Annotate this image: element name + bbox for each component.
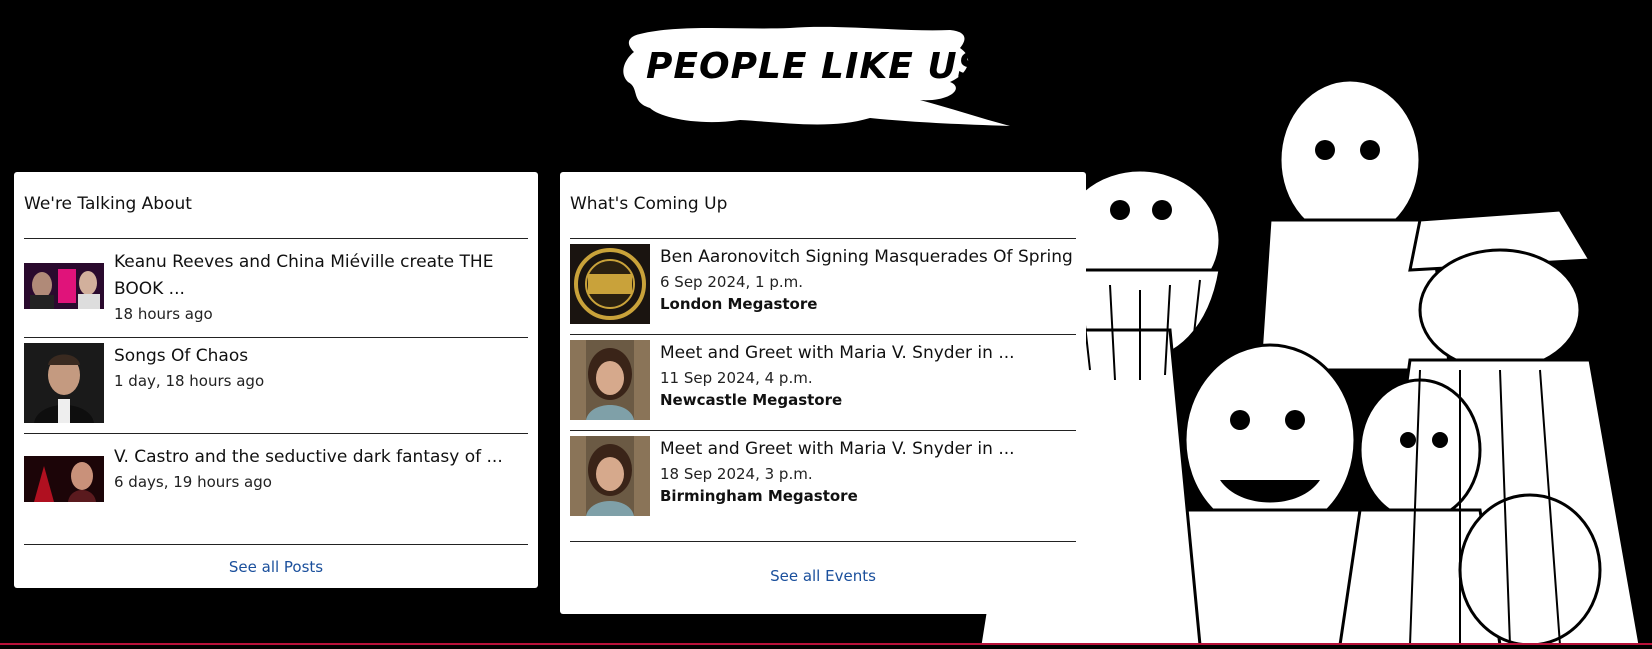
- post-time: 18 hours ago: [114, 305, 213, 323]
- see-all-posts-link[interactable]: See all Posts: [24, 545, 528, 576]
- event-item[interactable]: Meet and Greet with Maria V. Snyder in .…: [570, 335, 1076, 431]
- post-title-link[interactable]: Songs Of Chaos: [114, 343, 528, 370]
- page-heading: PEOPLE LIKE US...: [646, 46, 1029, 87]
- see-all-events-link[interactable]: See all Events: [570, 542, 1076, 585]
- post-time: 1 day, 18 hours ago: [114, 372, 265, 390]
- events-card: What's Coming Up Ben Aaronovitch Signing…: [560, 172, 1086, 614]
- event-date: 6 Sep 2024, 1 p.m.: [660, 273, 804, 291]
- post-item[interactable]: Keanu Reeves and China Miéville create T…: [24, 239, 528, 338]
- post-title-link[interactable]: V. Castro and the seductive dark fantasy…: [114, 444, 528, 471]
- event-venue: Newcastle Megastore: [660, 391, 843, 409]
- event-thumbnail[interactable]: [570, 244, 650, 324]
- post-thumbnail[interactable]: [24, 343, 104, 423]
- posts-card: We're Talking About Keanu Reeves and Chi…: [14, 172, 538, 588]
- events-card-title: What's Coming Up: [570, 172, 1076, 239]
- post-item[interactable]: Songs Of Chaos 1 day, 18 hours ago: [24, 338, 528, 434]
- posts-card-title: We're Talking About: [24, 172, 528, 239]
- event-venue: Birmingham Megastore: [660, 487, 858, 505]
- event-venue: London Megastore: [660, 295, 818, 313]
- post-title-link[interactable]: Keanu Reeves and China Miéville create T…: [114, 249, 528, 303]
- event-thumbnail[interactable]: [570, 436, 650, 516]
- post-time: 6 days, 19 hours ago: [114, 473, 272, 491]
- event-title-link[interactable]: Ben Aaronovitch Signing Masquerades Of S…: [660, 244, 1076, 271]
- event-item[interactable]: Meet and Greet with Maria V. Snyder in .…: [570, 431, 1076, 542]
- event-thumbnail[interactable]: [570, 340, 650, 420]
- event-date: 18 Sep 2024, 3 p.m.: [660, 465, 813, 483]
- post-item[interactable]: V. Castro and the seductive dark fantasy…: [24, 434, 528, 545]
- post-thumbnail[interactable]: [24, 456, 104, 502]
- event-date: 11 Sep 2024, 4 p.m.: [660, 369, 813, 387]
- event-title-link[interactable]: Meet and Greet with Maria V. Snyder in .…: [660, 340, 1076, 367]
- event-title-link[interactable]: Meet and Greet with Maria V. Snyder in .…: [660, 436, 1076, 463]
- post-thumbnail[interactable]: [24, 263, 104, 309]
- event-item[interactable]: Ben Aaronovitch Signing Masquerades Of S…: [570, 239, 1076, 335]
